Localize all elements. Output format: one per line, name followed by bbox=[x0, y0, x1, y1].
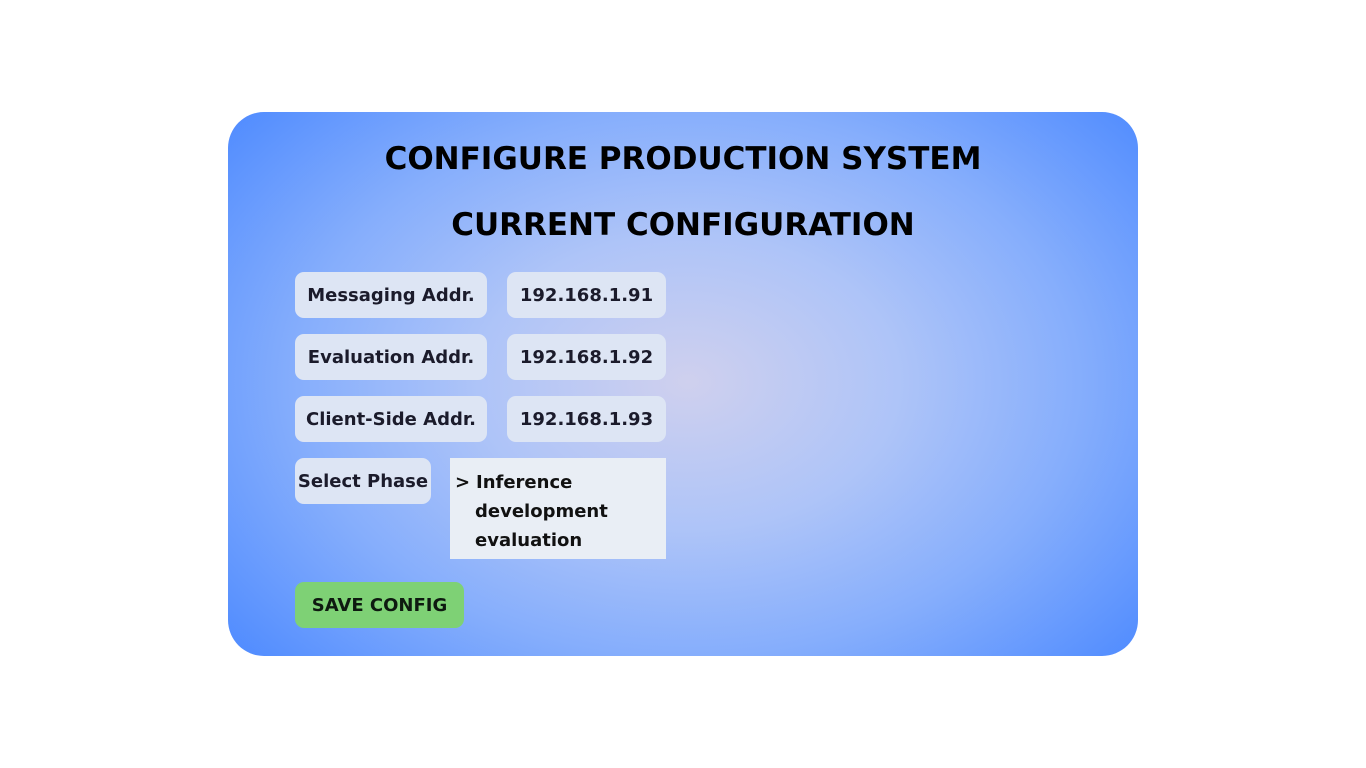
messaging-addr-label: Messaging Addr. bbox=[295, 272, 487, 318]
config-panel: CONFIGURE PRODUCTION SYSTEM CURRENT CONF… bbox=[228, 112, 1138, 656]
evaluation-addr-field[interactable]: 192.168.1.92 bbox=[507, 334, 666, 380]
evaluation-addr-label: Evaluation Addr. bbox=[295, 334, 487, 380]
phase-select-list[interactable]: > Inference development evaluation bbox=[450, 458, 666, 559]
page-title: CONFIGURE PRODUCTION SYSTEM bbox=[384, 141, 982, 177]
save-config-button[interactable]: SAVE CONFIG bbox=[295, 582, 464, 628]
selected-marker-icon: > bbox=[455, 472, 471, 493]
messaging-addr-field[interactable]: 192.168.1.91 bbox=[507, 272, 666, 318]
section-title: CURRENT CONFIGURATION bbox=[451, 207, 915, 243]
client-side-addr-field[interactable]: 192.168.1.93 bbox=[507, 396, 666, 442]
phase-option-inference[interactable]: Inference bbox=[476, 468, 572, 497]
select-phase-label: Select Phase bbox=[295, 458, 431, 504]
phase-option-development[interactable]: development bbox=[475, 497, 608, 526]
client-side-addr-label: Client-Side Addr. bbox=[295, 396, 487, 442]
phase-option-evaluation[interactable]: evaluation bbox=[475, 526, 582, 555]
